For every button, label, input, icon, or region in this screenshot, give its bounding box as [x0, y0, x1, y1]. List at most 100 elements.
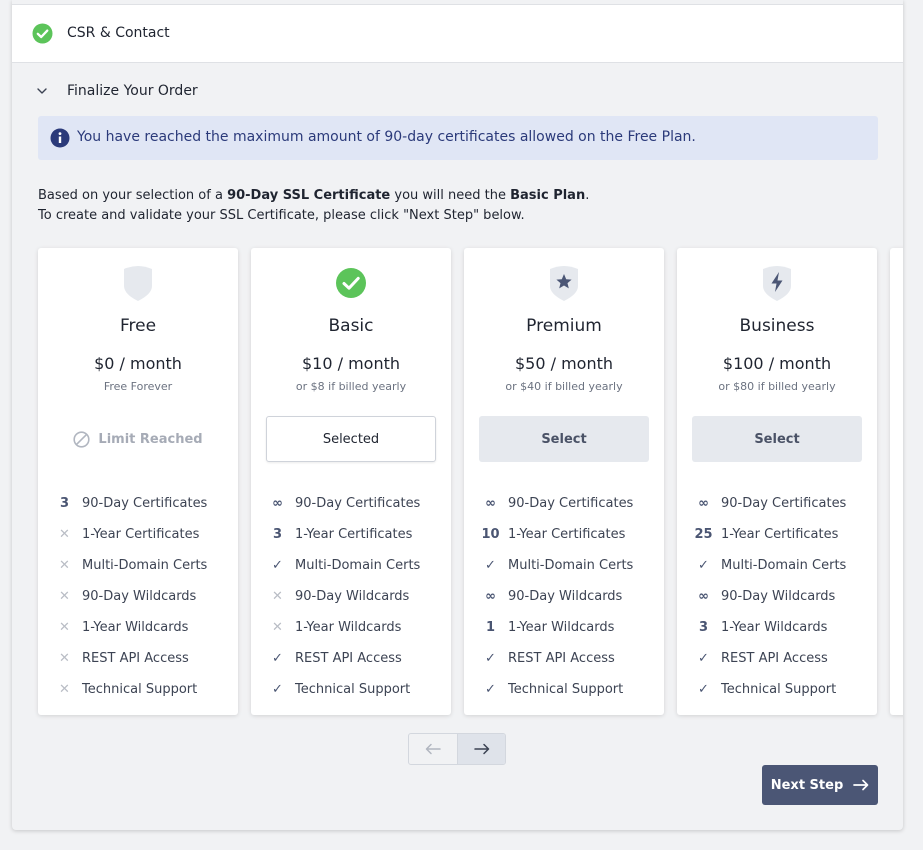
feature-label: Multi-Domain Certs	[721, 558, 847, 573]
feature-label: 90-Day Wildcards	[82, 589, 197, 604]
feature-count: 3	[59, 496, 70, 511]
arrow-right-icon	[474, 743, 490, 755]
check-icon: ✓	[485, 682, 496, 697]
plan-select-button-business[interactable]: Select	[692, 416, 862, 462]
step-csr-label: CSR & Contact	[67, 25, 170, 41]
feature-label: REST API Access	[508, 651, 615, 666]
feature-row: ✓ Multi-Domain Certs	[269, 550, 449, 581]
check-icon: ✓	[485, 651, 496, 666]
plan-card-business: Business $100 / month or $80 if billed y…	[677, 248, 877, 715]
feature-row: ∞ 90-Day Wildcards	[695, 581, 875, 612]
feature-row: ✕ 90-Day Wildcards	[269, 581, 449, 612]
infinity-icon: ∞	[698, 589, 709, 604]
feature-label: 90-Day Certificates	[721, 496, 847, 511]
feature-row: 3 1-Year Certificates	[269, 519, 449, 550]
limit-reached-text: Limit Reached	[98, 431, 203, 447]
feature-row: ✓ Multi-Domain Certs	[482, 550, 662, 581]
feature-row: ✓ Technical Support	[269, 674, 449, 705]
infinity-icon: ∞	[485, 496, 496, 511]
cross-icon: ✕	[272, 620, 283, 635]
check-icon: ✓	[485, 558, 496, 573]
feature-list: 3 90-Day Certificates ✕ 1-Year Certificates…	[56, 488, 236, 705]
feature-label: Technical Support	[721, 682, 837, 697]
feature-row: ✓ REST API Access	[482, 643, 662, 674]
feature-row: ✕ 1-Year Certificates	[56, 519, 236, 550]
feature-label: 90-Day Certificates	[295, 496, 421, 511]
feature-row: ✓ REST API Access	[695, 643, 875, 674]
feature-row: ∞ 90-Day Certificates	[482, 488, 662, 519]
selection-info: Based on your selection of a 90-Day SSL …	[38, 186, 589, 226]
feature-label: 1-Year Wildcards	[295, 620, 402, 635]
check-icon: ✓	[698, 682, 709, 697]
plan-name: Free	[119, 316, 157, 336]
infinity-icon: ∞	[272, 496, 283, 511]
feature-label: 1-Year Certificates	[295, 527, 413, 542]
card-pager	[408, 733, 506, 765]
step-csr-contact[interactable]: CSR & Contact	[12, 4, 903, 63]
feature-label: 90-Day Wildcards	[721, 589, 836, 604]
plan-note: or $80 if billed yearly	[718, 380, 836, 393]
info-plan-name: Basic Plan	[510, 188, 586, 203]
cross-icon: ✕	[59, 651, 70, 666]
plan-price: $50 / month	[514, 354, 614, 373]
feature-label: 90-Day Certificates	[82, 496, 208, 511]
feature-row: ✕ Technical Support	[56, 674, 236, 705]
feature-label: Technical Support	[508, 682, 624, 697]
feature-row: ✓ Technical Support	[695, 674, 875, 705]
feature-row: 25 1-Year Certificates	[694, 519, 875, 550]
check-icon: ✓	[272, 651, 283, 666]
feature-label: Multi-Domain Certs	[295, 558, 421, 573]
step-finalize-title[interactable]: Finalize Your Order	[67, 83, 198, 99]
feature-label: Technical Support	[295, 682, 411, 697]
cross-icon: ✕	[59, 682, 70, 697]
cross-icon: ✕	[272, 589, 283, 604]
check-icon: ✓	[698, 651, 709, 666]
plan-selected-button[interactable]: Selected	[266, 416, 436, 462]
plan-select-button-premium[interactable]: Select	[479, 416, 649, 462]
plan-name: Business	[739, 316, 815, 336]
plan-card-premium: Premium $50 / month or $40 if billed yea…	[464, 248, 664, 715]
feature-row: ✕ 1-Year Wildcards	[56, 612, 236, 643]
plan-price: $0 / month	[94, 354, 182, 373]
feature-row: 3 1-Year Wildcards	[695, 612, 875, 643]
info-icon	[50, 128, 70, 148]
feature-label: 90-Day Certificates	[508, 496, 634, 511]
feature-label: Technical Support	[82, 682, 198, 697]
check-icon: ✓	[272, 558, 283, 573]
info-line-1: Based on your selection of a 90-Day SSL …	[38, 186, 589, 206]
info-cert-name: 90-Day SSL Certificate	[227, 188, 391, 203]
chevron-down-icon[interactable]	[36, 85, 48, 97]
limit-reached-label: Limit Reached	[53, 416, 223, 462]
next-step-button[interactable]: Next Step	[762, 765, 878, 805]
plan-price: $100 / month	[722, 354, 832, 373]
feature-count: 1	[485, 620, 496, 635]
feature-row: ∞ 90-Day Wildcards	[482, 581, 662, 612]
cross-icon: ✕	[59, 620, 70, 635]
feature-label: Multi-Domain Certs	[508, 558, 634, 573]
info-text: you will need the	[390, 188, 511, 203]
plan-note: or $40 if billed yearly	[505, 380, 623, 393]
feature-count: 25	[694, 527, 713, 542]
check-circle-icon	[336, 268, 366, 298]
order-panel: CSR & Contact Finalize Your Order You ha…	[12, 0, 903, 830]
ban-icon	[73, 430, 91, 448]
check-circle-icon	[32, 23, 53, 44]
pager-next-button[interactable]	[457, 734, 505, 764]
feature-count: 3	[272, 527, 283, 542]
shield-icon	[124, 266, 152, 301]
arrow-right-icon	[853, 779, 869, 791]
check-icon: ✓	[272, 682, 283, 697]
check-icon: ✓	[698, 558, 709, 573]
infinity-icon: ∞	[485, 589, 496, 604]
feature-row: 10 1-Year Certificates	[481, 519, 662, 550]
shield-star-icon	[550, 266, 578, 301]
plan-card-free: Free $0 / month Free Forever Limit Reach…	[38, 248, 238, 715]
feature-row: 3 90-Day Certificates	[56, 488, 236, 519]
cross-icon: ✕	[59, 527, 70, 542]
feature-row: ✓ Multi-Domain Certs	[695, 550, 875, 581]
pager-prev-button[interactable]	[409, 734, 457, 764]
info-line-2: To create and validate your SSL Certific…	[38, 208, 525, 223]
feature-row: ✓ Technical Support	[482, 674, 662, 705]
limit-alert: You have reached the maximum amount of 9…	[38, 116, 878, 160]
feature-label: 90-Day Wildcards	[295, 589, 410, 604]
